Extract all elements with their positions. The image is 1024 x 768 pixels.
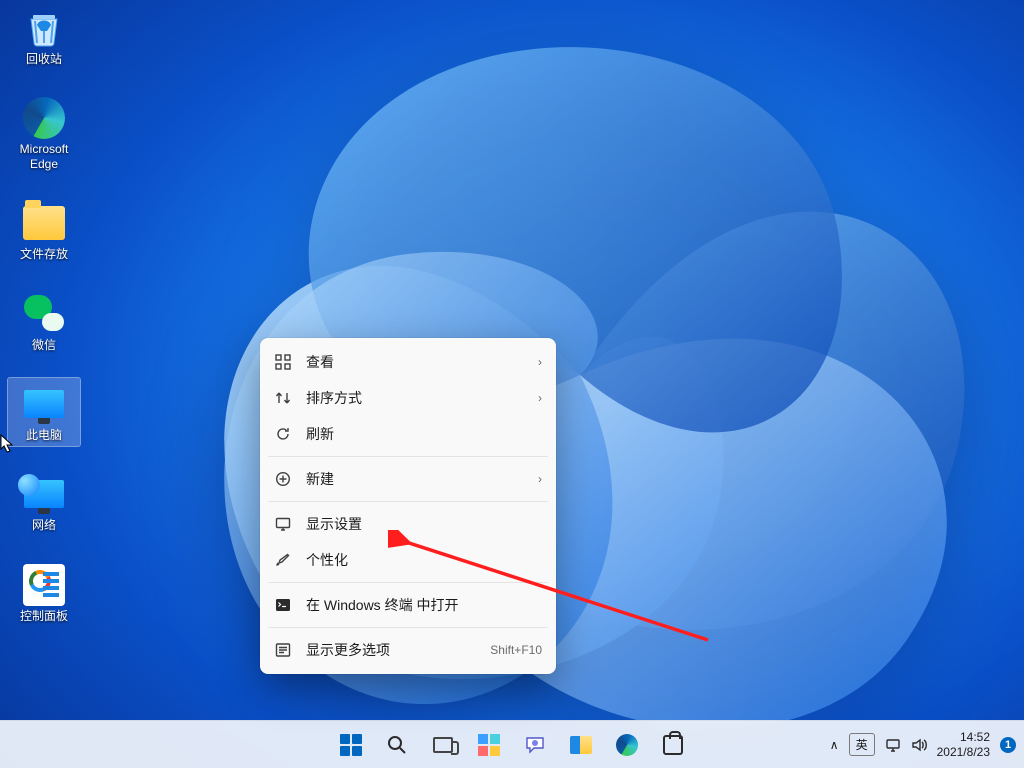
desktop-icon-wechat[interactable]: 微信 <box>8 288 80 356</box>
system-tray: ∧ 英 14:52 2021/8/23 1 <box>830 721 1016 768</box>
desktop-icon-label: Microsoft Edge <box>8 142 80 171</box>
display-icon <box>274 515 292 533</box>
menu-item-label: 刷新 <box>306 424 542 444</box>
menu-item-label: 排序方式 <box>306 388 524 408</box>
desktop-icons: 回收站 Microsoft Edge 文件存放 微信 此电脑 网络 控制面板 <box>8 2 80 627</box>
clock-time: 14:52 <box>960 730 990 744</box>
desktop-icon-label: 文件存放 <box>20 247 68 261</box>
desktop-icon-label: 此电脑 <box>26 428 62 442</box>
brush-icon <box>274 551 292 569</box>
tray-overflow-chevron[interactable]: ∧ <box>830 738 839 752</box>
desktop-icon-folder[interactable]: 文件存放 <box>8 197 80 265</box>
clock-date: 2021/8/23 <box>937 745 990 759</box>
network-icon <box>22 472 66 516</box>
menu-item-label: 个性化 <box>306 550 542 570</box>
plus-circle-icon <box>274 470 292 488</box>
network-tray-icon <box>885 737 901 753</box>
desktop-icon-label: 控制面板 <box>20 609 68 623</box>
menu-item-view[interactable]: 查看 › <box>260 344 556 380</box>
file-explorer-icon <box>570 736 592 754</box>
chevron-right-icon: › <box>538 472 542 486</box>
refresh-icon <box>274 425 292 443</box>
menu-separator <box>268 501 548 502</box>
desktop-icon-control-panel[interactable]: 控制面板 <box>8 559 80 627</box>
menu-item-accelerator: Shift+F10 <box>490 643 542 657</box>
chevron-right-icon: › <box>538 391 542 405</box>
widgets-button[interactable] <box>469 725 509 765</box>
more-options-icon <box>274 641 292 659</box>
menu-item-open-terminal[interactable]: 在 Windows 终端 中打开 <box>260 587 556 623</box>
desktop-context-menu: 查看 › 排序方式 › 刷新 新建 › 显示设置 个性化 <box>260 338 556 674</box>
taskview-icon <box>433 737 453 753</box>
store-button[interactable] <box>653 725 693 765</box>
menu-item-label: 在 Windows 终端 中打开 <box>306 595 542 615</box>
search-button[interactable] <box>377 725 417 765</box>
sort-icon <box>274 389 292 407</box>
menu-item-refresh[interactable]: 刷新 <box>260 416 556 452</box>
grid-icon <box>274 353 292 371</box>
tray-status-icons[interactable] <box>885 737 927 753</box>
menu-item-label: 显示更多选项 <box>306 640 476 660</box>
menu-item-display-settings[interactable]: 显示设置 <box>260 506 556 542</box>
menu-item-more-options[interactable]: 显示更多选项 Shift+F10 <box>260 632 556 668</box>
menu-item-sort[interactable]: 排序方式 › <box>260 380 556 416</box>
volume-tray-icon <box>911 737 927 753</box>
folder-icon <box>22 201 66 245</box>
chat-button[interactable] <box>515 725 555 765</box>
recycle-bin-icon <box>22 6 66 50</box>
desktop-icon-edge[interactable]: Microsoft Edge <box>8 92 80 175</box>
menu-item-personalize[interactable]: 个性化 <box>260 542 556 578</box>
edge-button[interactable] <box>607 725 647 765</box>
desktop-icon-label: 微信 <box>32 338 56 352</box>
control-panel-icon <box>22 563 66 607</box>
ime-indicator[interactable]: 英 <box>849 733 875 756</box>
file-explorer-button[interactable] <box>561 725 601 765</box>
terminal-icon <box>274 596 292 614</box>
desktop[interactable]: 回收站 Microsoft Edge 文件存放 微信 此电脑 网络 控制面板 <box>0 0 1024 768</box>
desktop-icon-label: 网络 <box>32 518 56 532</box>
menu-item-label: 新建 <box>306 469 524 489</box>
menu-item-label: 显示设置 <box>306 514 542 534</box>
start-icon <box>340 734 362 756</box>
chevron-right-icon: › <box>538 355 542 369</box>
taskbar: ∧ 英 14:52 2021/8/23 1 <box>0 720 1024 768</box>
desktop-icon-network[interactable]: 网络 <box>8 468 80 536</box>
menu-item-new[interactable]: 新建 › <box>260 461 556 497</box>
task-view-button[interactable] <box>423 725 463 765</box>
widgets-icon <box>478 734 500 756</box>
store-icon <box>663 735 683 755</box>
notification-badge[interactable]: 1 <box>1000 737 1016 753</box>
clock[interactable]: 14:52 2021/8/23 <box>937 730 990 759</box>
edge-icon <box>22 96 66 140</box>
chat-icon <box>524 734 546 756</box>
search-icon <box>386 734 408 756</box>
menu-separator <box>268 456 548 457</box>
taskbar-center <box>331 725 693 765</box>
desktop-icon-recycle-bin[interactable]: 回收站 <box>8 2 80 70</box>
menu-item-label: 查看 <box>306 352 524 372</box>
menu-separator <box>268 582 548 583</box>
desktop-icon-label: 回收站 <box>26 52 62 66</box>
menu-separator <box>268 627 548 628</box>
wallpaper-bloom <box>110 5 1024 725</box>
wechat-icon <box>22 292 66 336</box>
desktop-icon-this-pc[interactable]: 此电脑 <box>8 378 80 446</box>
edge-icon <box>616 734 638 756</box>
start-button[interactable] <box>331 725 371 765</box>
this-pc-icon <box>22 382 66 426</box>
